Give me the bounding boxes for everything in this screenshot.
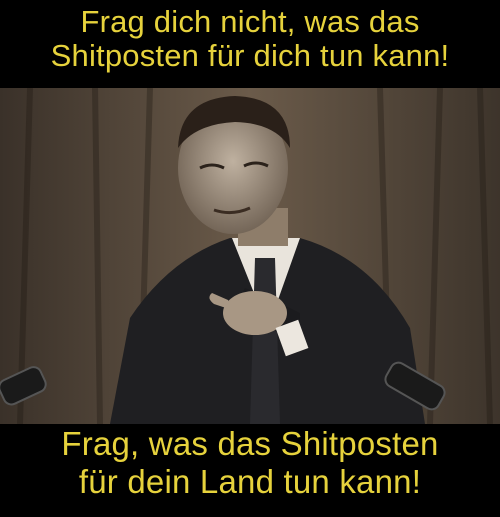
bottom-caption: Frag, was das Shitposten für dein Land t… bbox=[0, 425, 500, 501]
photo bbox=[0, 88, 500, 424]
top-caption: Frag dich nicht, was das Shitposten für … bbox=[0, 5, 500, 73]
top-caption-line-1: Frag dich nicht, was das bbox=[80, 4, 420, 39]
meme-image: Frag dich nicht, was das Shitposten für … bbox=[0, 0, 500, 517]
man-in-suit-pointing-at-viewer-icon bbox=[0, 88, 500, 424]
top-caption-line-2: Shitposten für dich tun kann! bbox=[50, 38, 450, 73]
bottom-caption-line-2: für dein Land tun kann! bbox=[78, 463, 422, 500]
bottom-caption-line-1: Frag, was das Shitposten bbox=[61, 425, 439, 462]
